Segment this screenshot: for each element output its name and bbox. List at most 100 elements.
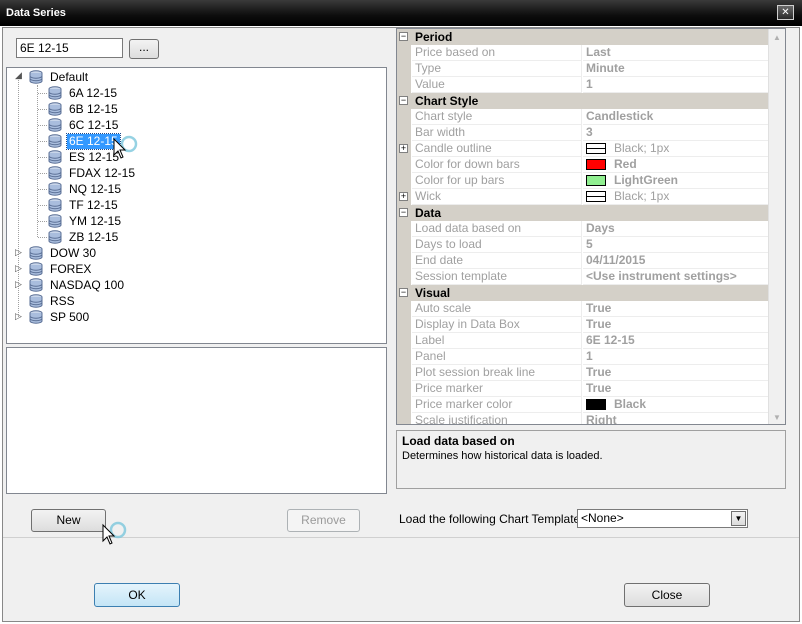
tree-item-instrument[interactable]: TF 12-15 (48, 197, 120, 213)
property-grid[interactable]: − Period Price based on Last Type Minute Value… (396, 28, 786, 425)
tree-item-instrument[interactable]: ZB 12-15 (48, 229, 120, 245)
tree-item-group[interactable]: DOW 30 (29, 245, 98, 261)
property-row[interactable]: Color for up bars LightGreen (397, 173, 769, 189)
scroll-up-icon[interactable]: ▲ (773, 33, 781, 42)
property-row[interactable]: Price marker True (397, 381, 769, 397)
color-swatch (586, 191, 606, 202)
property-value[interactable]: True (583, 365, 769, 381)
property-row[interactable]: Days to load 5 (397, 237, 769, 253)
property-row[interactable]: + Wick Black; 1px (397, 189, 769, 205)
browse-button[interactable]: ... (129, 39, 159, 59)
new-button[interactable]: New (31, 509, 106, 532)
property-value[interactable]: Minute (583, 61, 769, 77)
property-row[interactable]: Display in Data Box True (397, 317, 769, 333)
property-value[interactable]: 3 (583, 125, 769, 141)
expand-icon[interactable]: + (399, 144, 408, 153)
property-row[interactable]: Color for down bars Red (397, 157, 769, 173)
property-value[interactable]: 1 (583, 349, 769, 365)
expand-icon[interactable]: + (399, 192, 408, 201)
tree-connector (38, 237, 47, 238)
tree-item-group[interactable]: NASDAQ 100 (29, 277, 126, 293)
tree-item-instrument[interactable]: 6C 12-15 (48, 117, 120, 133)
property-row[interactable]: Label 6E 12-15 (397, 333, 769, 349)
property-value-text: 04/11/2015 (586, 253, 646, 267)
tree-item-instrument[interactable]: 6B 12-15 (48, 101, 120, 117)
collapse-icon[interactable]: ◢ (14, 71, 23, 81)
tree-item-group[interactable]: FOREX (29, 261, 93, 277)
collapse-icon[interactable]: − (399, 208, 408, 217)
property-row[interactable]: Type Minute (397, 61, 769, 77)
close-button[interactable]: Close (624, 583, 710, 607)
property-row[interactable]: Chart style Candlestick (397, 109, 769, 125)
tree-item-instrument[interactable]: FDAX 12-15 (48, 165, 137, 181)
tree-item-instrument[interactable]: 6A 12-15 (48, 85, 119, 101)
expand-icon[interactable]: ▷ (14, 280, 23, 290)
tree-item-group[interactable]: RSS (29, 293, 77, 309)
window-close-button[interactable]: ✕ (777, 5, 794, 20)
property-value[interactable]: 04/11/2015 (583, 253, 769, 269)
property-row[interactable]: Panel 1 (397, 349, 769, 365)
property-value[interactable]: <Use instrument settings> (583, 269, 769, 285)
property-row[interactable]: Price based on Last (397, 45, 769, 61)
tree-item-instrument[interactable]: NQ 12-15 (48, 181, 123, 197)
row-gutter (397, 125, 411, 141)
property-value[interactable]: Red (583, 157, 769, 173)
property-category-chart_style[interactable]: − Chart Style (397, 93, 769, 109)
ok-button[interactable]: OK (94, 583, 180, 607)
tree-item-instrument[interactable]: YM 12-15 (48, 213, 123, 229)
collapse-icon[interactable]: − (399, 288, 408, 297)
property-value[interactable]: LightGreen (583, 173, 769, 189)
property-value[interactable]: 1 (583, 77, 769, 93)
tree-item-label: Default (50, 69, 89, 84)
property-category-period[interactable]: − Period (397, 29, 769, 45)
property-value-text: Minute (586, 61, 625, 75)
property-value[interactable]: Candlestick (583, 109, 769, 125)
scroll-down-icon[interactable]: ▼ (773, 413, 781, 422)
property-value[interactable]: True (583, 301, 769, 317)
property-value[interactable]: Black (583, 397, 769, 413)
property-value[interactable]: 5 (583, 237, 769, 253)
expand-icon[interactable]: ▷ (14, 264, 23, 274)
expand-icon[interactable]: ▷ (14, 312, 23, 322)
property-row[interactable]: Session template <Use instrument settings… (397, 269, 769, 285)
chart-template-select[interactable]: <None> ▼ (577, 509, 748, 528)
row-gutter (397, 221, 411, 237)
property-row[interactable]: End date 04/11/2015 (397, 253, 769, 269)
property-value[interactable]: Right (583, 413, 769, 424)
chevron-down-icon[interactable]: ▼ (731, 511, 746, 526)
property-row[interactable]: Scale justification Right (397, 413, 769, 424)
instrument-tree[interactable]: ◢ Default 6A 12-15 6B 12-15 6C 12-15 6E 12-… (6, 67, 387, 344)
property-name: Candle outline (412, 141, 582, 157)
expand-icon[interactable]: ▷ (14, 248, 23, 258)
instrument-search-input[interactable] (16, 38, 123, 58)
chart-template-label: Load the following Chart Template: (399, 512, 584, 526)
property-grid-scrollbar[interactable]: ▲ ▼ (768, 29, 785, 424)
tree-item-instrument[interactable]: 6E 12-15 (48, 132, 121, 150)
property-row[interactable]: Plot session break line True (397, 365, 769, 381)
property-row[interactable]: Price marker color Black (397, 397, 769, 413)
property-value[interactable]: 6E 12-15 (583, 333, 769, 349)
property-row[interactable]: Value 1 (397, 77, 769, 93)
tree-item-group[interactable]: SP 500 (29, 309, 91, 325)
property-row[interactable]: Load data based on Days (397, 221, 769, 237)
title-bar: Data Series ✕ (0, 0, 802, 26)
property-category-visual[interactable]: − Visual (397, 285, 769, 301)
property-name: Wick (412, 189, 582, 205)
property-value[interactable]: Black; 1px (583, 189, 769, 205)
property-value-text: 6E 12-15 (586, 333, 635, 347)
property-value[interactable]: True (583, 317, 769, 333)
row-gutter (397, 365, 411, 381)
collapse-icon[interactable]: − (399, 32, 408, 41)
remove-button[interactable]: Remove (287, 509, 360, 532)
property-row[interactable]: + Candle outline Black; 1px (397, 141, 769, 157)
collapse-icon[interactable]: − (399, 96, 408, 105)
property-category-data[interactable]: − Data (397, 205, 769, 221)
property-row[interactable]: Bar width 3 (397, 125, 769, 141)
property-value[interactable]: Black; 1px (583, 141, 769, 157)
tree-connector (38, 221, 47, 222)
property-value[interactable]: Days (583, 221, 769, 237)
property-row[interactable]: Auto scale True (397, 301, 769, 317)
property-value[interactable]: Last (583, 45, 769, 61)
property-value[interactable]: True (583, 381, 769, 397)
tree-item-default[interactable]: Default (29, 69, 90, 85)
